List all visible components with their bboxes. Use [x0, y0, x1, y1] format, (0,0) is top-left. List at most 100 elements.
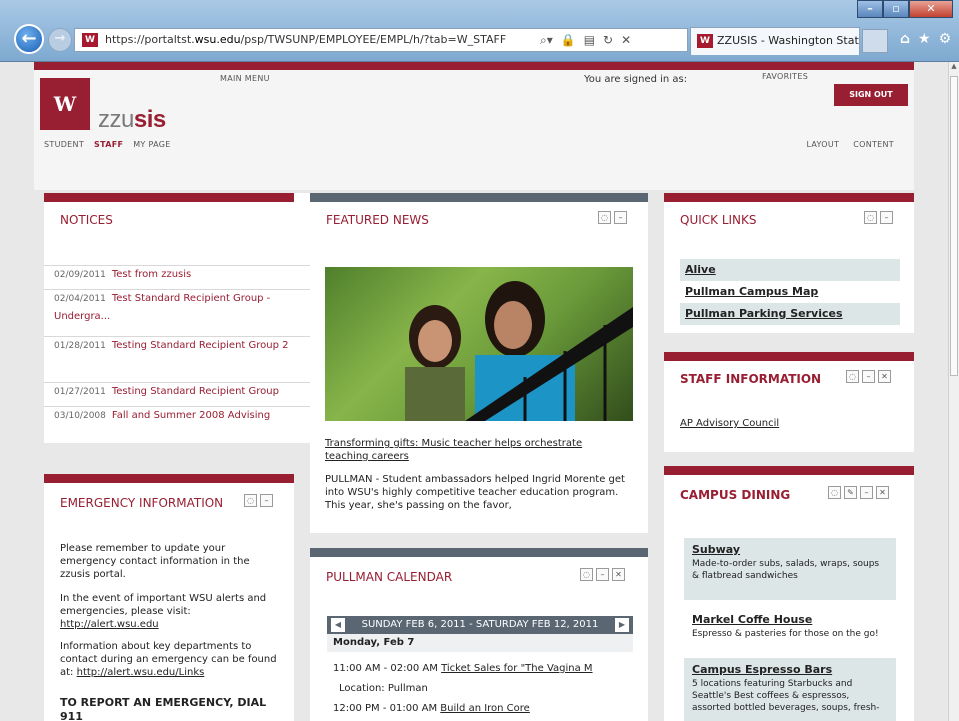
minimize-panel-icon[interactable]: – [614, 211, 627, 224]
scroll-thumb[interactable] [950, 76, 958, 376]
refresh-icon[interactable]: ↻ [603, 30, 613, 50]
next-week-icon[interactable]: ▶ [615, 618, 629, 632]
edit-panel-icon[interactable]: ✎ [844, 486, 857, 499]
content-link[interactable]: CONTENT [853, 140, 894, 149]
refresh-panel-icon[interactable]: ◌ [828, 486, 841, 499]
portal-tabs: STUDENT STAFF MY PAGE [44, 140, 171, 149]
dining-name-link[interactable]: Campus Espresso Bars [692, 664, 888, 676]
quick-link-campus-map[interactable]: Pullman Campus Map [680, 281, 900, 303]
notice-title[interactable]: Fall and Summer 2008 Advising [112, 410, 270, 421]
page-viewport: W zzusis MAIN MENU You are signed in as:… [0, 62, 948, 721]
search-icon[interactable]: ⌕▾ [540, 30, 553, 50]
alert-links-link[interactable]: http://alert.wsu.edu/Links [77, 667, 205, 678]
notice-item[interactable]: 02/04/2011 Test Standard Recipient Group … [44, 289, 310, 326]
notice-item[interactable]: 01/27/2011 Testing Standard Recipient Gro… [44, 382, 310, 401]
close-panel-icon[interactable]: ✕ [878, 370, 891, 383]
layout-link[interactable]: LAYOUT [806, 140, 839, 149]
wsu-logo[interactable]: W [40, 78, 90, 130]
stop-icon[interactable]: ✕ [621, 30, 631, 50]
close-panel-icon[interactable]: ✕ [612, 568, 625, 581]
event-time: 11:00 AM - 02:00 AM [333, 663, 438, 674]
star-icon[interactable]: ★ [918, 31, 931, 47]
favorites-link[interactable]: FAVORITES [762, 72, 808, 81]
dining-name-link[interactable]: Subway [692, 544, 888, 556]
browser-tab[interactable]: ZZUSIS - Washington State ... [690, 27, 860, 55]
dining-name-link[interactable]: Markel Coffe House [692, 614, 888, 626]
scroll-up-icon[interactable]: ▲ [949, 62, 959, 74]
brand-name: zzusis [98, 106, 166, 133]
new-tab-button[interactable] [862, 29, 888, 53]
notice-title[interactable]: Testing Standard Recipient Group 2 [112, 340, 289, 351]
panel-title: NOTICES [60, 213, 113, 227]
site-favicon-icon: W [82, 33, 98, 47]
news-headline-link[interactable]: Transforming gifts: Music teacher helps … [325, 437, 625, 463]
close-window-icon[interactable]: ✕ [909, 0, 953, 18]
gear-icon[interactable]: ⚙ [939, 31, 952, 47]
event-location: Location: Pullman [339, 683, 428, 694]
quick-link-alive[interactable]: Alive [680, 259, 900, 281]
notice-item[interactable]: 03/10/2008 Fall and Summer 2008 Advising [44, 406, 310, 425]
news-photo[interactable] [325, 267, 633, 421]
panel-controls: ◌ – ✕ [580, 568, 625, 581]
minimize-panel-icon[interactable]: – [596, 568, 609, 581]
emergency-text-3: Information about key departments to con… [60, 641, 277, 678]
refresh-panel-icon[interactable]: ◌ [244, 494, 257, 507]
forward-icon[interactable]: → [48, 28, 72, 52]
calendar-event: 11:00 AM - 02:00 AM Ticket Sales for "Th… [333, 662, 593, 675]
minimize-panel-icon[interactable]: – [880, 211, 893, 224]
browser-chrome: – ▫ ✕ ← → https://portaltst.wsu.edu/psp/… [0, 0, 959, 62]
refresh-panel-icon[interactable]: ◌ [864, 211, 877, 224]
command-icons: ⌂ ★ ⚙ [900, 31, 951, 47]
alert-link[interactable]: http://alert.wsu.edu [60, 619, 159, 630]
panel-controls: ◌ – [244, 494, 273, 507]
panel-strip [44, 474, 294, 483]
event-link[interactable]: Build an Iron Core [440, 703, 530, 714]
maximize-icon[interactable]: ▫ [883, 0, 909, 18]
personalize-links: LAYOUT CONTENT [806, 140, 894, 149]
notice-item[interactable]: 02/09/2011 Test from zzusis [44, 265, 310, 284]
tab-my-page[interactable]: MY PAGE [133, 140, 170, 149]
notice-date: 03/10/2008 [54, 411, 106, 421]
minimize-panel-icon[interactable]: – [862, 370, 875, 383]
panel-strip [664, 352, 914, 361]
home-icon[interactable]: ⌂ [900, 31, 910, 47]
minimize-panel-icon[interactable]: – [260, 494, 273, 507]
signed-in-text: You are signed in as: [584, 74, 688, 85]
panel-strip [664, 193, 914, 202]
refresh-panel-icon[interactable]: ◌ [846, 370, 859, 383]
prev-week-icon[interactable]: ◀ [331, 618, 345, 632]
minimize-panel-icon[interactable]: – [860, 486, 873, 499]
tab-student[interactable]: STUDENT [44, 140, 84, 149]
dining-desc: 5 locations featuring Starbucks and Seat… [692, 679, 880, 713]
ap-advisory-link[interactable]: AP Advisory Council [680, 418, 779, 429]
notice-title[interactable]: Test from zzusis [112, 269, 191, 280]
sign-out-button[interactable]: SIGN OUT [834, 84, 908, 106]
notice-item[interactable]: 01/28/2011 Testing Standard Recipient Gro… [44, 336, 310, 355]
back-icon[interactable]: ← [14, 24, 44, 54]
minimize-icon[interactable]: – [857, 0, 883, 18]
vertical-scrollbar[interactable]: ▲ [948, 62, 959, 721]
staff-information-panel: STAFF INFORMATION ◌ – ✕ AP Advisory Counci… [664, 352, 914, 452]
notice-title[interactable]: Testing Standard Recipient Group [112, 386, 279, 397]
refresh-panel-icon[interactable]: ◌ [598, 211, 611, 224]
calendar-range-label: SUNDAY FEB 6, 2011 - SATURDAY FEB 12, 20… [361, 619, 599, 630]
notice-date: 02/04/2011 [54, 294, 106, 304]
lock-icon[interactable]: 🔒 [561, 30, 576, 50]
main-menu-link[interactable]: MAIN MENU [220, 74, 270, 83]
panel-title: FEATURED NEWS [326, 213, 429, 227]
panel-strip [310, 193, 648, 202]
calendar-range: ◀ SUNDAY FEB 6, 2011 - SATURDAY FEB 12, … [327, 616, 633, 634]
quick-links-list: Alive Pullman Campus Map Pullman Parking… [680, 259, 900, 325]
quick-link-parking[interactable]: Pullman Parking Services [680, 303, 900, 325]
event-link[interactable]: Ticket Sales for "The Vagina M [441, 663, 592, 674]
close-panel-icon[interactable]: ✕ [876, 486, 889, 499]
compat-icon[interactable]: ▤ [584, 30, 595, 50]
dining-desc: Made-to-order subs, salads, wraps, soups… [692, 559, 880, 581]
panel-controls: ◌ – ✕ [846, 370, 891, 383]
refresh-panel-icon[interactable]: ◌ [580, 568, 593, 581]
notice-date: 02/09/2011 [54, 270, 106, 280]
panel-strip [664, 466, 914, 475]
emergency-panel: EMERGENCY INFORMATION ◌ – Please remember… [44, 474, 294, 721]
tab-staff[interactable]: STAFF [94, 140, 123, 149]
panel-strip [44, 193, 294, 202]
